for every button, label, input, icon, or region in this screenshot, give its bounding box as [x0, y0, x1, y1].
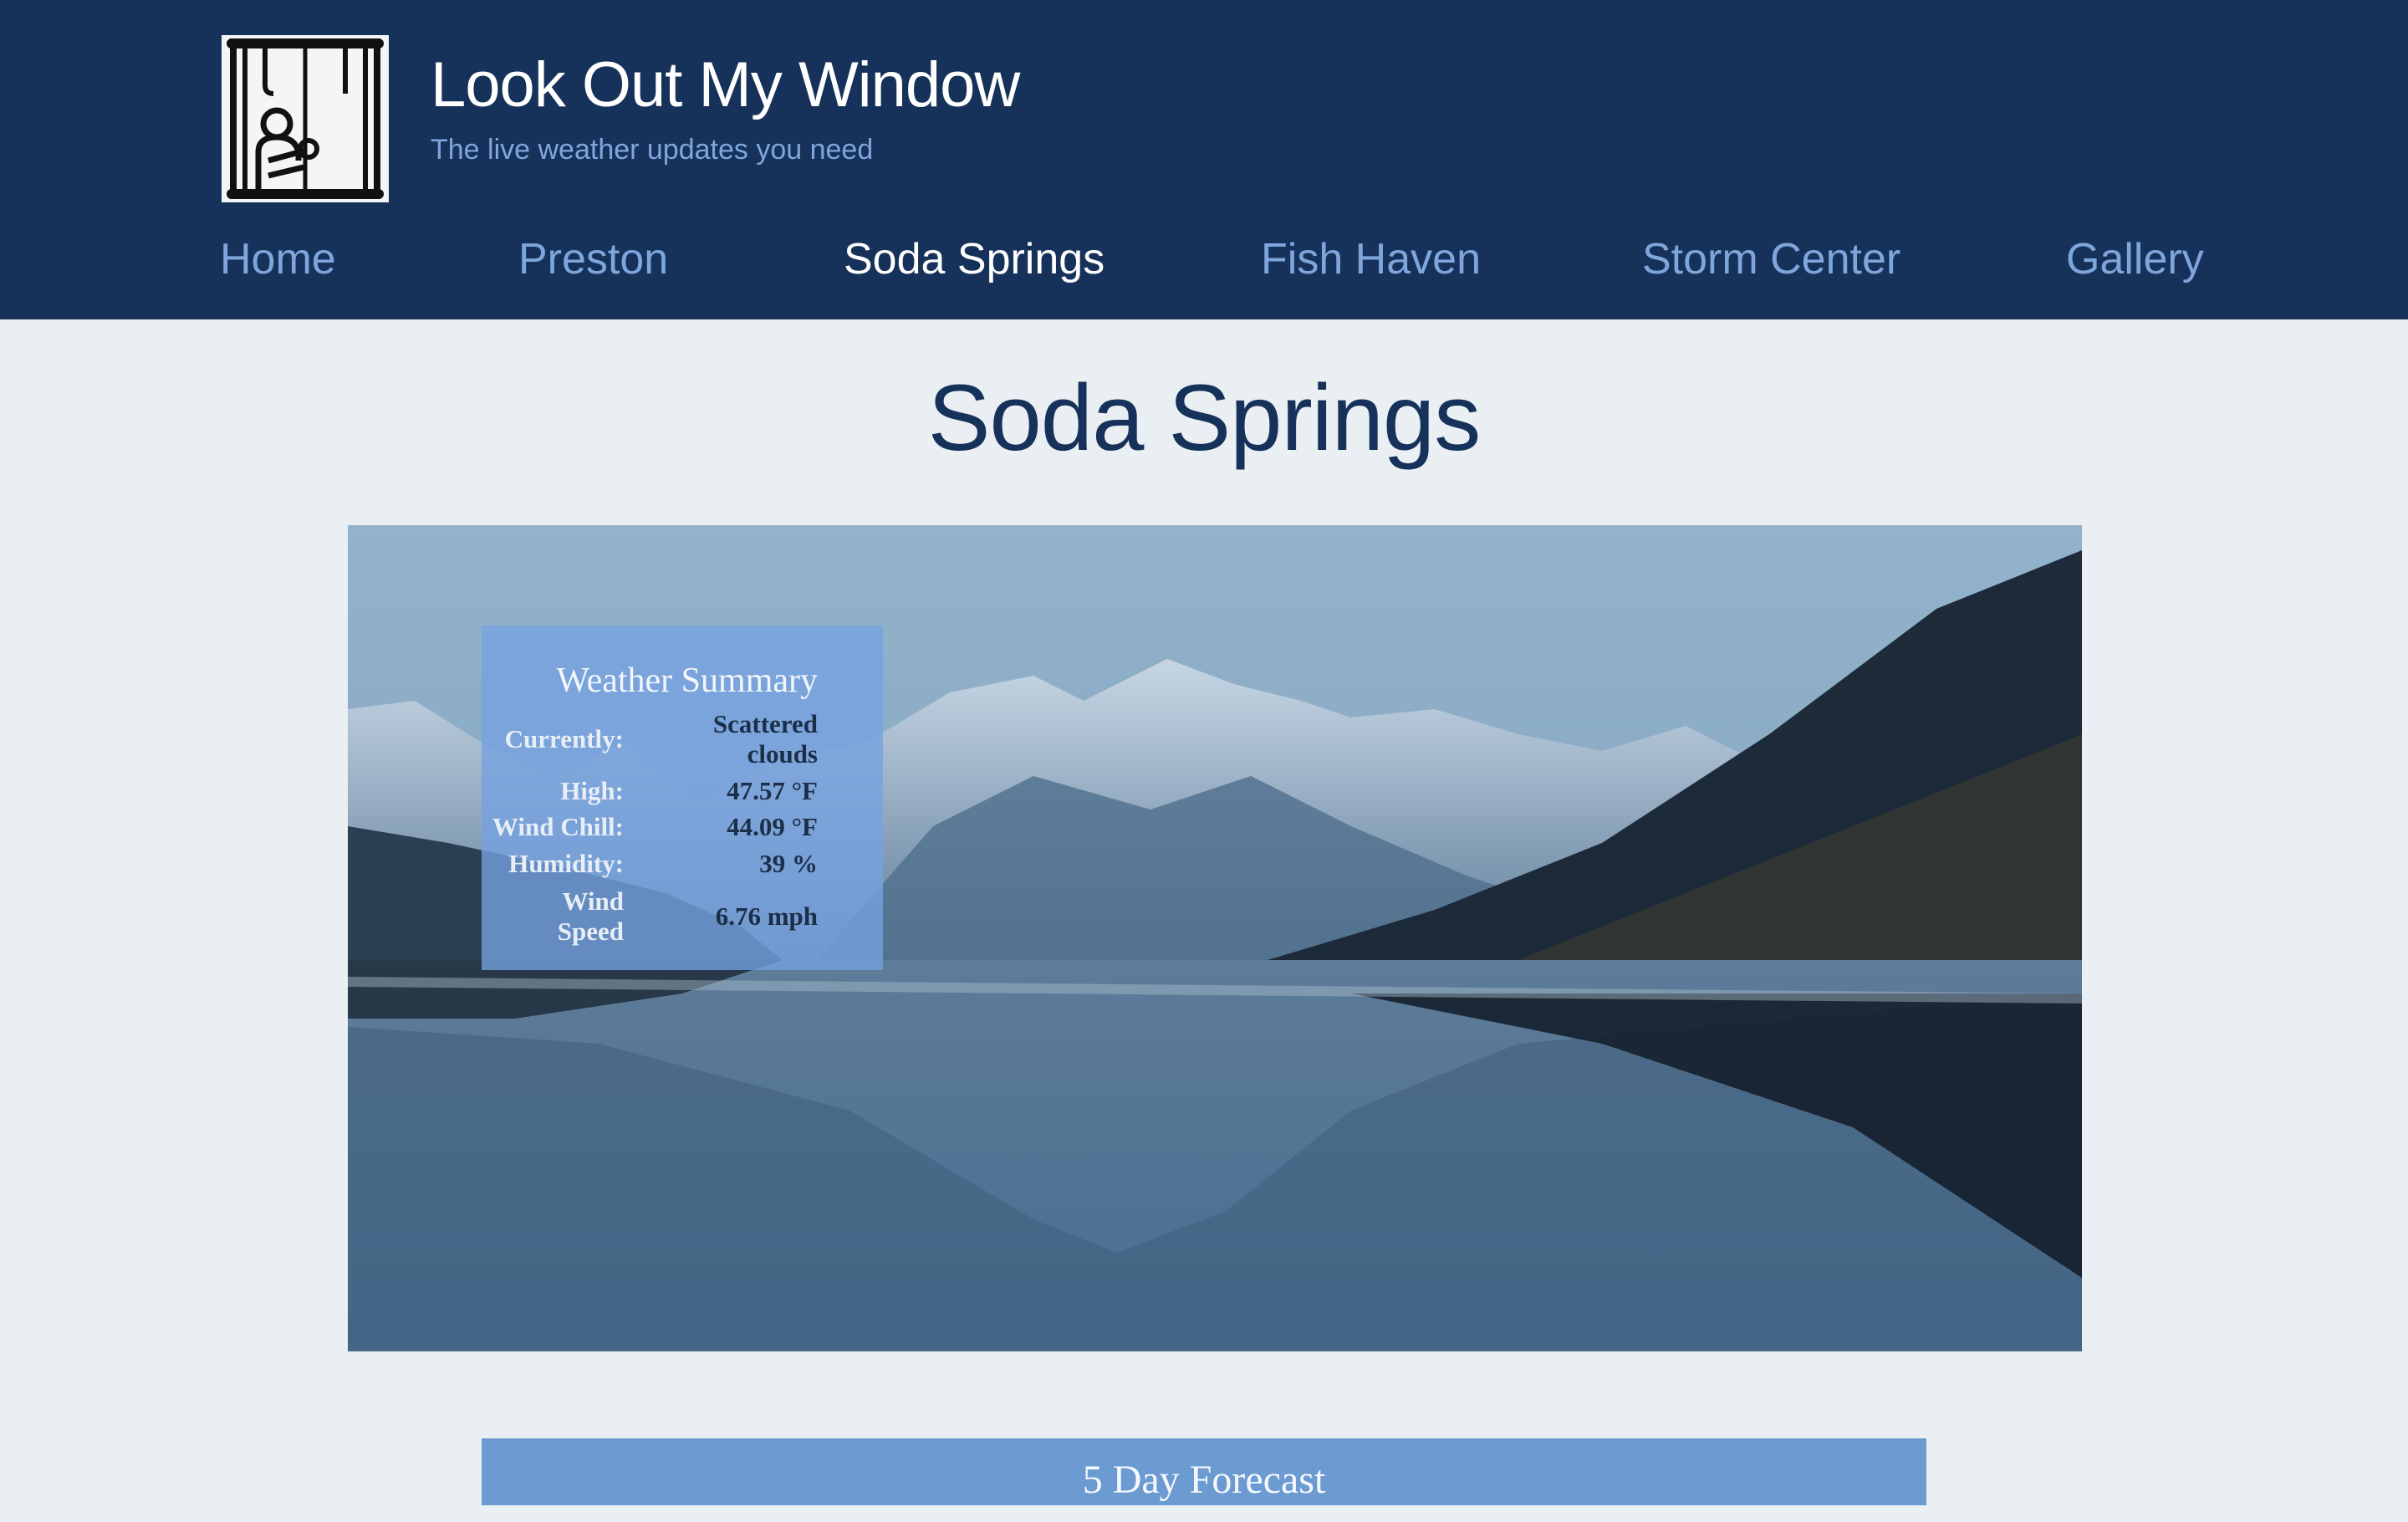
summary-label: Currently:: [504, 724, 624, 753]
summary-label: Humidity:: [508, 849, 624, 878]
forecast-header: 5 Day Forecast: [482, 1438, 1926, 1505]
site-tagline: The live weather updates you need: [431, 134, 874, 166]
summary-label: Wind Chill:: [492, 812, 624, 841]
nav-item-storm-center[interactable]: Storm Center: [1642, 234, 1900, 284]
nav-item-gallery[interactable]: Gallery: [2066, 234, 2204, 284]
nav-item-fish-haven[interactable]: Fish Haven: [1261, 234, 1481, 284]
summary-value: 47.57 °F: [727, 776, 818, 805]
forecast-title: 5 Day Forecast: [1082, 1458, 1326, 1502]
site-header: Look Out My Window The live weather upda…: [0, 0, 2408, 319]
person-at-window-icon: [227, 38, 384, 199]
logo[interactable]: [222, 35, 389, 202]
summary-row-wind-speed: Wind Speed 6.76 mph: [482, 886, 883, 950]
summary-label: High:: [560, 776, 624, 805]
summary-value: 39 %: [759, 849, 818, 878]
weather-summary-panel: Weather Summary Currently: Scattered clo…: [482, 626, 883, 970]
page-title: Soda Springs: [927, 365, 1481, 470]
weather-summary-title: Weather Summary: [556, 661, 818, 700]
nav-item-soda-springs[interactable]: Soda Springs: [844, 234, 1105, 284]
nav-item-preston[interactable]: Preston: [518, 234, 668, 284]
summary-row-humidity: Humidity: 39 %: [482, 849, 883, 882]
main-nav: Home Preston Soda Springs Fish Haven Sto…: [0, 234, 2408, 301]
summary-value: Scattered clouds: [712, 709, 818, 769]
summary-row-high: High: 47.57 °F: [482, 776, 883, 810]
summary-row-wind-chill: Wind Chill: 44.09 °F: [482, 812, 883, 845]
summary-value: 6.76 mph: [715, 901, 818, 931]
summary-value: 44.09 °F: [727, 812, 818, 841]
site-title[interactable]: Look Out My Window: [431, 49, 1020, 121]
summary-row-currently: Currently: Scattered clouds: [482, 709, 883, 769]
nav-item-home[interactable]: Home: [220, 234, 336, 284]
summary-label: Wind Speed: [557, 886, 624, 946]
